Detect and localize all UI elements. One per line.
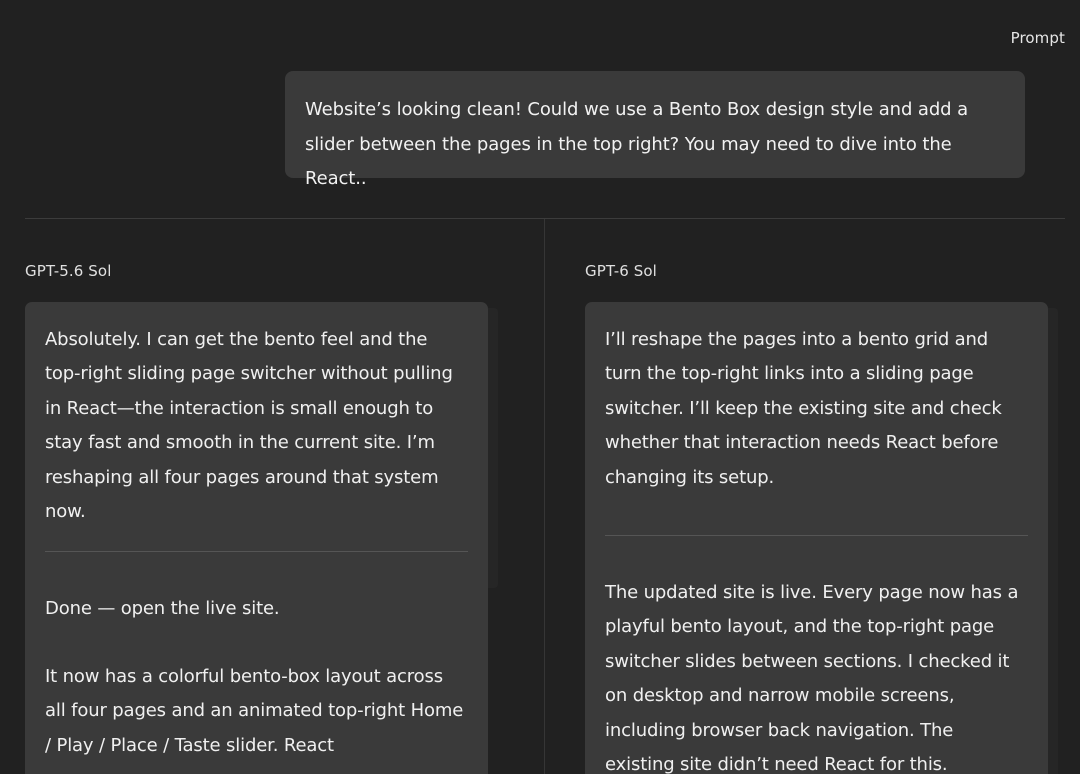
card-edge-left: [488, 308, 498, 588]
comparison-page: Prompt Website’s looking clean! Could we…: [0, 0, 1080, 774]
response-card-left: Absolutely. I can get the bento feel and…: [25, 302, 488, 774]
response-paragraph: The updated site is live. Every page now…: [605, 582, 1019, 774]
prompt-message: Website’s looking clean! Could we use a …: [285, 71, 1025, 189]
response-paragraph: Done — open the live site.: [45, 598, 280, 620]
response-paragraph: It now has a colorful bento-box layout a…: [45, 665, 464, 756]
response-intro: Absolutely. I can get the bento feel and…: [45, 329, 453, 523]
card-edge-right: [1048, 308, 1058, 774]
model-label-left: GPT-5.6 Sol: [25, 262, 112, 280]
prompt-label: Prompt: [1010, 29, 1065, 47]
response-intro: I’ll reshape the pages into a bento grid…: [605, 329, 1002, 488]
section-divider: [25, 218, 1065, 219]
response-card-right: I’ll reshape the pages into a bento grid…: [585, 302, 1048, 774]
response-rule: [45, 551, 468, 553]
model-label-right: GPT-6 Sol: [585, 262, 657, 280]
response-rule: [605, 535, 1028, 537]
column-divider: [544, 219, 545, 774]
